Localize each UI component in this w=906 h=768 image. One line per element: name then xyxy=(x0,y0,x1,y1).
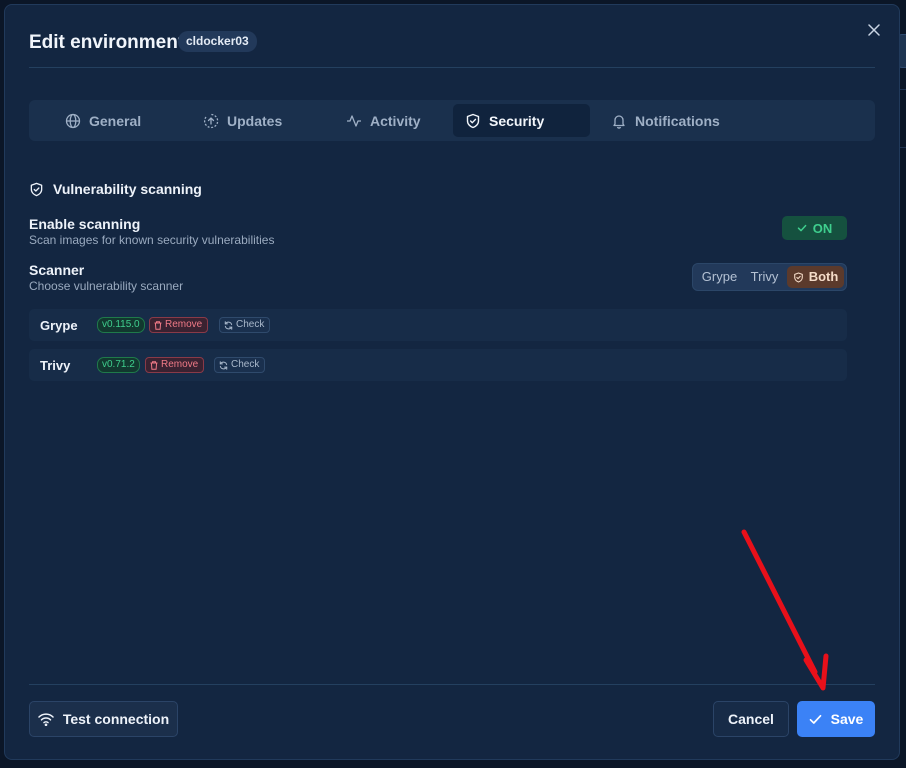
activity-pulse-icon xyxy=(347,114,361,127)
scanner-selector: Grype Trivy Both xyxy=(692,263,847,291)
remove-grype-button[interactable]: Remove xyxy=(149,317,209,333)
scanner-option-trivy[interactable]: Trivy xyxy=(745,266,784,288)
tab-label: Updates xyxy=(227,112,283,129)
trash-icon xyxy=(150,360,158,370)
tab-activity[interactable]: Activity xyxy=(334,104,444,137)
shield-check-icon xyxy=(30,182,43,196)
save-button[interactable]: Save xyxy=(797,701,875,737)
tab-notifications[interactable]: Notifications xyxy=(599,104,734,137)
dialog-title: Edit environment xyxy=(29,32,185,53)
environment-badge: cldocker03 xyxy=(178,31,257,52)
tab-label: Notifications xyxy=(635,112,720,129)
check-grype-button[interactable]: Check xyxy=(219,317,271,333)
globe-icon xyxy=(65,113,81,128)
test-connection-button[interactable]: Test connection xyxy=(29,701,178,737)
refresh-icon xyxy=(224,320,233,330)
check-icon xyxy=(797,224,807,232)
enable-scanning-description: Scan images for known security vulnerabi… xyxy=(29,233,275,247)
test-connection-label: Test connection xyxy=(62,711,170,727)
scanner-row-grype: Grype v0.115.0 Remove Check xyxy=(29,309,847,341)
check-label: Check xyxy=(236,319,265,330)
wifi-icon xyxy=(38,713,54,726)
cancel-label: Cancel xyxy=(728,711,774,727)
enable-scanning-toggle[interactable]: ON xyxy=(782,216,847,240)
tab-label: Security xyxy=(489,112,545,129)
tab-bar: General Updates Activity Security Notifi… xyxy=(29,100,875,141)
shield-check-icon xyxy=(466,113,480,128)
scanner-option-label: Both xyxy=(808,269,839,284)
version-badge: v0.71.2 xyxy=(97,357,140,373)
scanner-label: Scanner xyxy=(29,262,85,278)
shield-check-icon xyxy=(793,271,803,283)
scanner-name: Grype xyxy=(40,318,78,333)
remove-label: Remove xyxy=(161,359,199,370)
tab-label: General xyxy=(89,112,142,129)
tab-security[interactable]: Security xyxy=(453,104,590,137)
scanner-option-both[interactable]: Both xyxy=(787,266,844,288)
enable-scanning-label: Enable scanning xyxy=(29,216,141,232)
toggle-label: ON xyxy=(812,220,833,236)
scanner-name: Trivy xyxy=(40,358,71,373)
header-divider xyxy=(29,67,875,68)
footer-divider xyxy=(29,684,875,685)
remove-label: Remove xyxy=(165,319,203,330)
cancel-button[interactable]: Cancel xyxy=(713,701,789,737)
save-label: Save xyxy=(830,711,864,727)
scanner-row-trivy: Trivy v0.71.2 Remove Check xyxy=(29,349,847,381)
check-label: Check xyxy=(231,359,260,370)
check-icon xyxy=(809,714,821,724)
close-icon xyxy=(868,24,880,36)
check-trivy-button[interactable]: Check xyxy=(214,357,266,373)
tab-label: Activity xyxy=(370,112,421,129)
section-heading: Vulnerability scanning xyxy=(29,181,202,197)
scanner-option-grype[interactable]: Grype xyxy=(699,266,740,288)
section-title: Vulnerability scanning xyxy=(53,181,202,197)
remove-trivy-button[interactable]: Remove xyxy=(145,357,205,373)
bell-icon xyxy=(613,114,625,129)
tab-general[interactable]: General xyxy=(53,104,169,137)
scanner-description: Choose vulnerability scanner xyxy=(29,279,184,293)
circle-arrow-up-icon xyxy=(203,113,219,128)
close-button[interactable] xyxy=(863,19,885,41)
tab-updates[interactable]: Updates xyxy=(191,104,311,137)
version-badge: v0.115.0 xyxy=(97,317,145,333)
refresh-icon xyxy=(219,360,228,370)
dialog-header: Edit environment cldocker03 xyxy=(29,24,880,69)
trash-icon xyxy=(154,320,162,330)
edit-environment-dialog: Edit environment cldocker03 General Upda… xyxy=(4,4,900,760)
